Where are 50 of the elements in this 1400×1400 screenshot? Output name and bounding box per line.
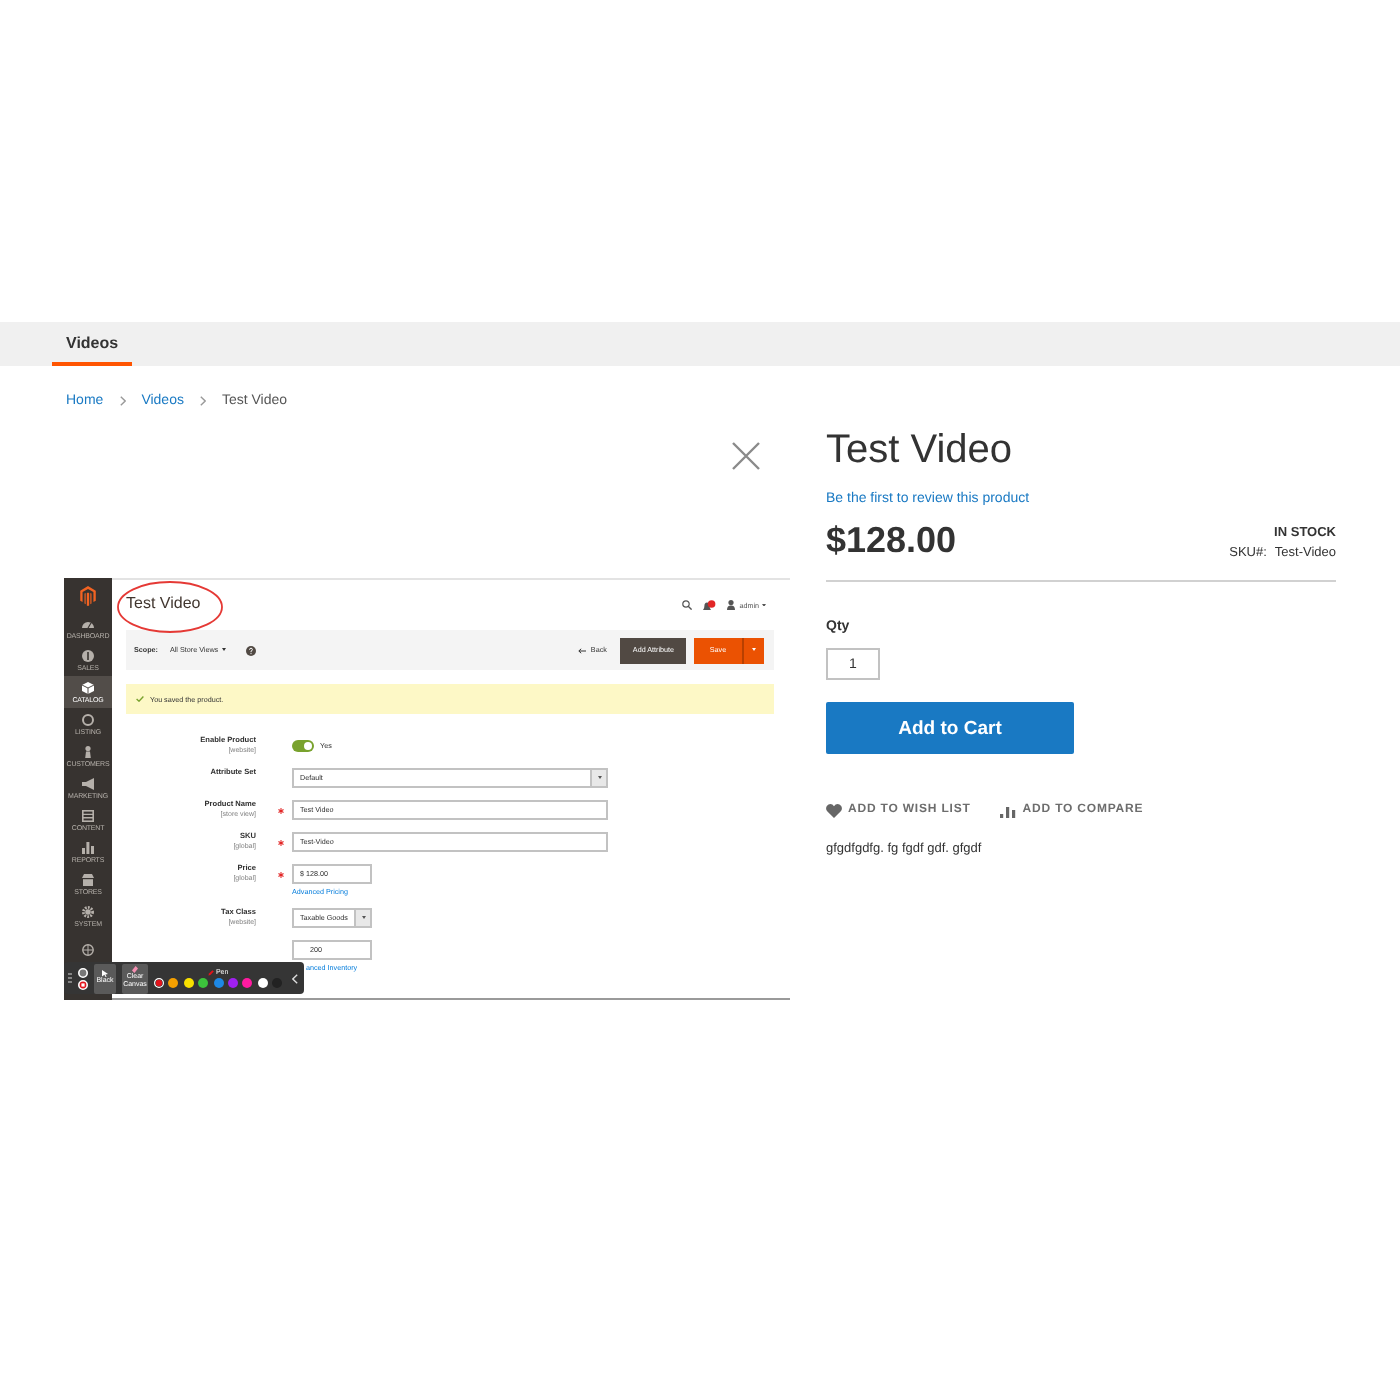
- coin-icon: [82, 649, 94, 661]
- stop-icon[interactable]: [78, 979, 88, 989]
- close-icon[interactable]: [732, 442, 760, 470]
- caret-icon: [762, 603, 766, 607]
- ring-icon[interactable]: [78, 967, 88, 977]
- search-icon[interactable]: [682, 600, 693, 610]
- color-swatch-icon[interactable]: [213, 978, 224, 988]
- cursor-icon: [102, 970, 108, 978]
- caret-icon: [597, 776, 601, 780]
- product-price: $128.00: [826, 518, 957, 564]
- color-swatch-icon[interactable]: [227, 978, 238, 988]
- eraser-icon: [132, 966, 138, 974]
- color-swatch-icon[interactable]: [183, 978, 194, 988]
- megaphone-icon: [82, 777, 94, 789]
- chevron-right-icon: [119, 395, 126, 405]
- save-options-button[interactable]: [742, 637, 764, 663]
- toggle-switch[interactable]: [292, 740, 314, 752]
- color-swatch-icon[interactable]: [257, 978, 268, 988]
- caret-icon: [221, 648, 226, 652]
- bar-chart-icon: [1000, 803, 1017, 817]
- layout-icon: [82, 809, 94, 821]
- ring-icon: [82, 713, 94, 725]
- person-icon: [82, 745, 94, 757]
- arrow-left-icon: [578, 647, 587, 653]
- help-icon[interactable]: [245, 645, 256, 655]
- add-to-cart-button[interactable]: Add to Cart: [826, 702, 1074, 754]
- caret-icon: [361, 916, 365, 920]
- bell-icon[interactable]: [702, 599, 717, 611]
- nav-tab[interactable]: Videos: [52, 322, 133, 366]
- color-swatch-icon[interactable]: [154, 978, 164, 988]
- color-swatch-icon[interactable]: [198, 978, 209, 988]
- color-swatch-icon[interactable]: [242, 978, 253, 988]
- annotation-circle: [116, 580, 224, 634]
- bar-chart-icon: [82, 841, 94, 853]
- chevron-left-icon[interactable]: [292, 973, 298, 983]
- storefront-icon: [82, 873, 94, 885]
- logo-icon: [80, 585, 96, 605]
- globe-icon: [82, 944, 94, 956]
- product-title: Test Video: [826, 426, 1015, 474]
- caret-icon: [752, 648, 756, 652]
- box-icon: [82, 681, 94, 693]
- pen-icon: [207, 969, 214, 975]
- page-title: Test Video: [126, 593, 201, 615]
- chevron-right-icon: [199, 395, 206, 405]
- user-icon: [726, 600, 737, 610]
- gear-icon: [82, 905, 94, 917]
- color-swatch-icon[interactable]: [168, 978, 179, 988]
- heart-icon: [826, 803, 842, 817]
- gauge-icon: [82, 617, 94, 629]
- check-icon: [136, 696, 144, 702]
